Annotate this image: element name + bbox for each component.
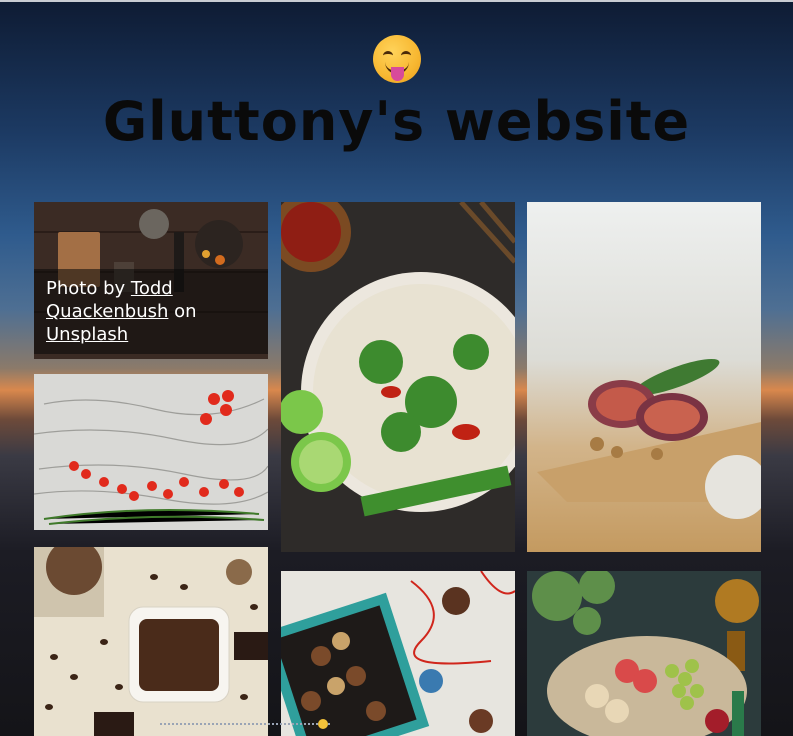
top-border <box>0 0 793 2</box>
gallery-photo-tomatoes[interactable] <box>34 374 268 530</box>
unsplash-link[interactable]: Unsplash <box>46 324 128 345</box>
drooling-face-icon <box>373 35 421 83</box>
gallery-photo-noodles[interactable] <box>281 202 515 552</box>
site-title: Gluttony's website <box>102 90 691 153</box>
gallery-photo-platter[interactable] <box>527 571 761 736</box>
gallery-photo-chocolates[interactable] <box>281 571 515 736</box>
gallery-photo-kitchen[interactable]: Photo by Todd Quackenbush on Unsplash <box>34 202 268 359</box>
figs-image <box>527 202 761 552</box>
caption-middle: on <box>174 301 197 322</box>
gallery-photo-coffee[interactable] <box>34 547 268 736</box>
chocolates-image <box>281 571 515 736</box>
coffee-image <box>34 547 268 736</box>
gallery-photo-figs[interactable] <box>527 202 761 552</box>
carousel-scroll-thumb[interactable] <box>318 719 328 729</box>
caption-prefix: Photo by <box>46 278 126 299</box>
platter-image <box>527 571 761 736</box>
noodles-image <box>281 202 515 552</box>
tomatoes-image <box>34 374 268 530</box>
photo-credit-caption: Photo by Todd Quackenbush on Unsplash <box>34 269 268 354</box>
carousel-scroll-track[interactable] <box>160 723 330 731</box>
